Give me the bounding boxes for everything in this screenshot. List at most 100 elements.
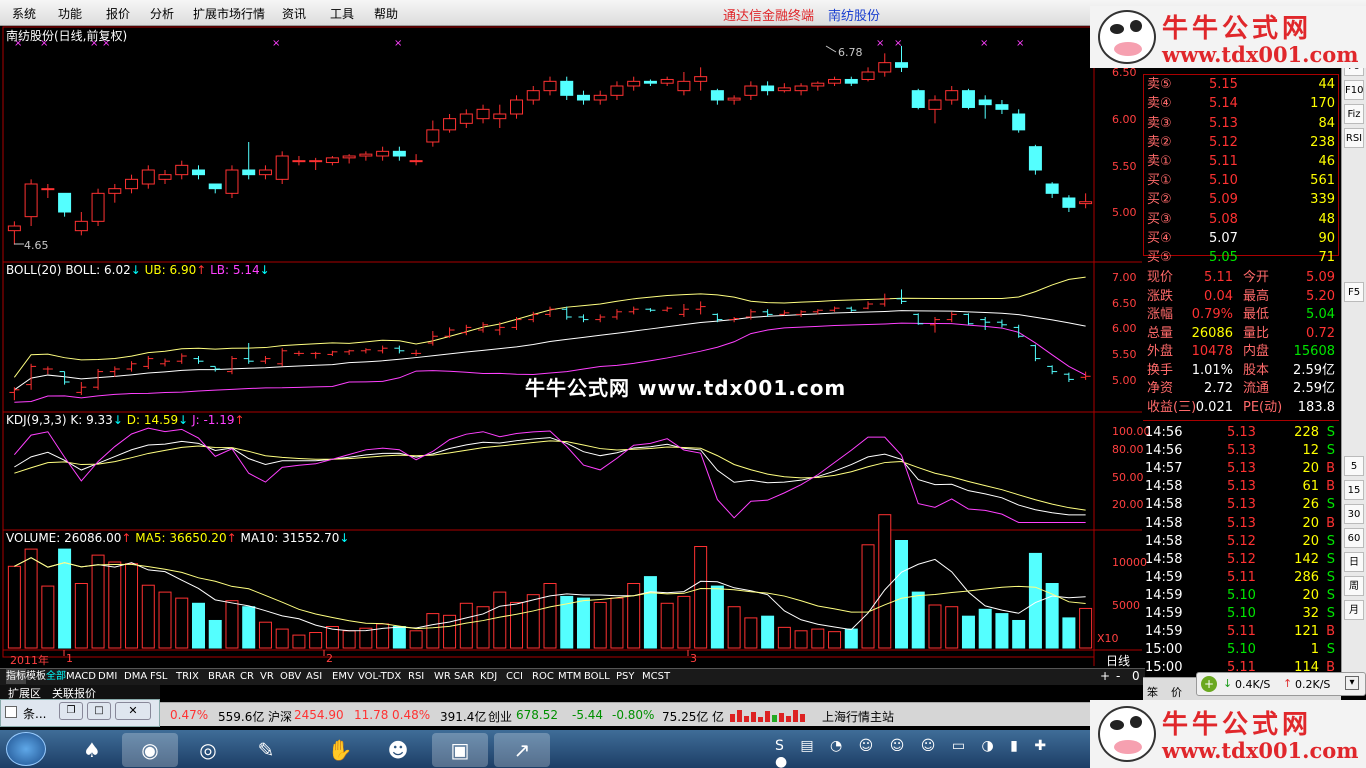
tab-asi[interactable]: ASI <box>306 669 322 684</box>
tool-button-4[interactable]: F5 <box>1344 282 1364 302</box>
plus-icon: + <box>1201 676 1217 692</box>
quote-row-3: 总量 26086 量比 0.72 <box>1147 325 1335 341</box>
bottom-tab-0[interactable]: 笨 <box>1147 684 1158 700</box>
tab-sar[interactable]: SAR <box>454 669 474 684</box>
tool-button-1[interactable]: F10 <box>1344 80 1364 100</box>
tab-fsl[interactable]: FSL <box>150 669 168 684</box>
browser-icon[interactable]: ◎ <box>180 733 236 767</box>
candle-body <box>978 99 992 106</box>
system-tray[interactable]: S ▤ ◔ ☺ ☺ ☺ ▭ ◑ ▮ ✚ ● <box>775 738 1075 768</box>
menu-item-7[interactable]: 帮助 <box>374 5 398 22</box>
maximize-icon[interactable]: □ <box>87 702 111 720</box>
add-tab-button[interactable]: + <box>1100 669 1110 683</box>
volume-bar <box>828 631 842 649</box>
stock-name-header: 南纺股份 <box>828 9 881 24</box>
cy-amount: 75.25亿 <box>662 710 709 724</box>
tool-button-9[interactable]: 日 <box>1344 552 1364 572</box>
start-button[interactable] <box>6 732 46 766</box>
zero-tab-button[interactable]: 0 <box>1132 669 1140 683</box>
tool-button-5[interactable]: 5 <box>1344 456 1364 476</box>
volume-bar <box>777 626 791 649</box>
menu-item-1[interactable]: 功能 <box>58 5 82 22</box>
menu-item-2[interactable]: 报价 <box>106 5 130 22</box>
tab-brar[interactable]: BRAR <box>208 669 235 684</box>
time-label: 2011年 <box>10 654 49 667</box>
close-icon[interactable]: ✕ <box>115 702 151 720</box>
tab-cr[interactable]: CR <box>240 669 254 684</box>
candle-body <box>7 225 21 232</box>
tab-mcst[interactable]: MCST <box>642 669 670 684</box>
volume-bar <box>141 584 155 649</box>
qq-icon[interactable]: ☻ <box>370 733 426 767</box>
tab-mtm[interactable]: MTM <box>558 669 581 684</box>
tool-button-6[interactable]: 15 <box>1344 480 1364 500</box>
chart-area[interactable]: × × × × × × × × × × <box>0 26 1145 702</box>
collapse-icon[interactable]: ▾ <box>1345 676 1359 690</box>
tab-macd[interactable]: MACD <box>66 669 96 684</box>
tick-row: 14:58 5.12 20 S <box>1145 533 1335 549</box>
tab-kdj[interactable]: KDJ <box>480 669 497 684</box>
k-value: K: 9.33 <box>70 413 113 427</box>
tick-row: 14:57 5.13 20 B <box>1145 461 1335 477</box>
boll_axis-tick: 6.00 <box>1112 322 1137 335</box>
tab-vol-tdx[interactable]: VOL-TDX <box>358 669 401 684</box>
tool-button-7[interactable]: 30 <box>1344 504 1364 524</box>
app-icon[interactable]: ▣ <box>432 733 488 767</box>
volume-bar <box>911 591 925 649</box>
volume-bar <box>242 606 256 649</box>
cards-icon[interactable]: ♠ <box>64 733 120 767</box>
candle-body <box>392 150 406 157</box>
price_axis-tick: 5.50 <box>1112 160 1137 173</box>
handshake-icon[interactable]: ✋ <box>312 733 368 767</box>
tool-button-8[interactable]: 60 <box>1344 528 1364 548</box>
candle-body <box>91 192 105 222</box>
tab-cci[interactable]: CCI <box>506 669 523 684</box>
tab-obv[interactable]: OBV <box>280 669 301 684</box>
paint-icon[interactable]: ✎ <box>238 733 294 767</box>
brand-text: 通达信金融终端 <box>723 9 815 24</box>
candle-body <box>828 78 842 84</box>
candle-body <box>794 85 808 92</box>
menu-item-4[interactable]: 扩展市场行情 <box>193 5 265 22</box>
tool-button-3[interactable]: RSI <box>1344 128 1364 148</box>
tab-全部[interactable]: 全部 <box>46 669 66 684</box>
menu-item-5[interactable]: 资讯 <box>282 5 306 22</box>
restore-icon[interactable]: ❐ <box>59 702 83 720</box>
tab-dmi[interactable]: DMI <box>98 669 117 684</box>
candle-body <box>627 80 641 87</box>
tool-button-2[interactable]: Fiz <box>1344 104 1364 124</box>
tab-模板[interactable]: 模板 <box>26 669 46 684</box>
stock-app-icon[interactable]: ↗ <box>494 733 550 767</box>
tab-trix[interactable]: TRIX <box>176 669 199 684</box>
candle-body <box>1028 146 1042 171</box>
menu-item-3[interactable]: 分析 <box>150 5 174 22</box>
minus-tab-button[interactable]: - <box>1116 669 1120 683</box>
server-station[interactable]: 上海行情主站 <box>822 708 894 725</box>
tool-button-10[interactable]: 周 <box>1344 576 1364 596</box>
volume-bar <box>7 565 21 649</box>
volume-bar <box>861 544 875 649</box>
candle-body <box>744 85 758 96</box>
menu-item-6[interactable]: 工具 <box>330 5 354 22</box>
buy-row-5: 买⑤ 5.05 71 <box>1147 250 1335 266</box>
menu-item-0[interactable]: 系统 <box>12 5 36 22</box>
center-watermark: 牛牛公式网 www.tdx001.com <box>525 376 847 400</box>
tab-roc[interactable]: ROC <box>532 669 554 684</box>
bottom-tab-1[interactable]: 价 <box>1171 684 1182 700</box>
tab-rsi[interactable]: RSI <box>408 669 424 684</box>
media-icon[interactable]: ◉ <box>122 733 178 767</box>
tab-emv[interactable]: EMV <box>332 669 354 684</box>
tab-dma[interactable]: DMA <box>124 669 147 684</box>
tab-指标[interactable]: 指标 <box>6 669 26 684</box>
tab-boll[interactable]: BOLL <box>584 669 610 684</box>
tab-psy[interactable]: PSY <box>616 669 635 684</box>
time-label: 2 <box>326 652 333 665</box>
period-label[interactable]: 日线 <box>1106 652 1130 669</box>
tool-button-11[interactable]: 月 <box>1344 600 1364 620</box>
candle-body <box>761 85 775 92</box>
candle-body <box>1045 183 1059 194</box>
tab-wr[interactable]: WR <box>434 669 451 684</box>
signal-marker: × <box>876 38 884 49</box>
minimized-window[interactable]: 条... ❐ □ ✕ <box>0 699 160 727</box>
tab-vr[interactable]: VR <box>260 669 274 684</box>
